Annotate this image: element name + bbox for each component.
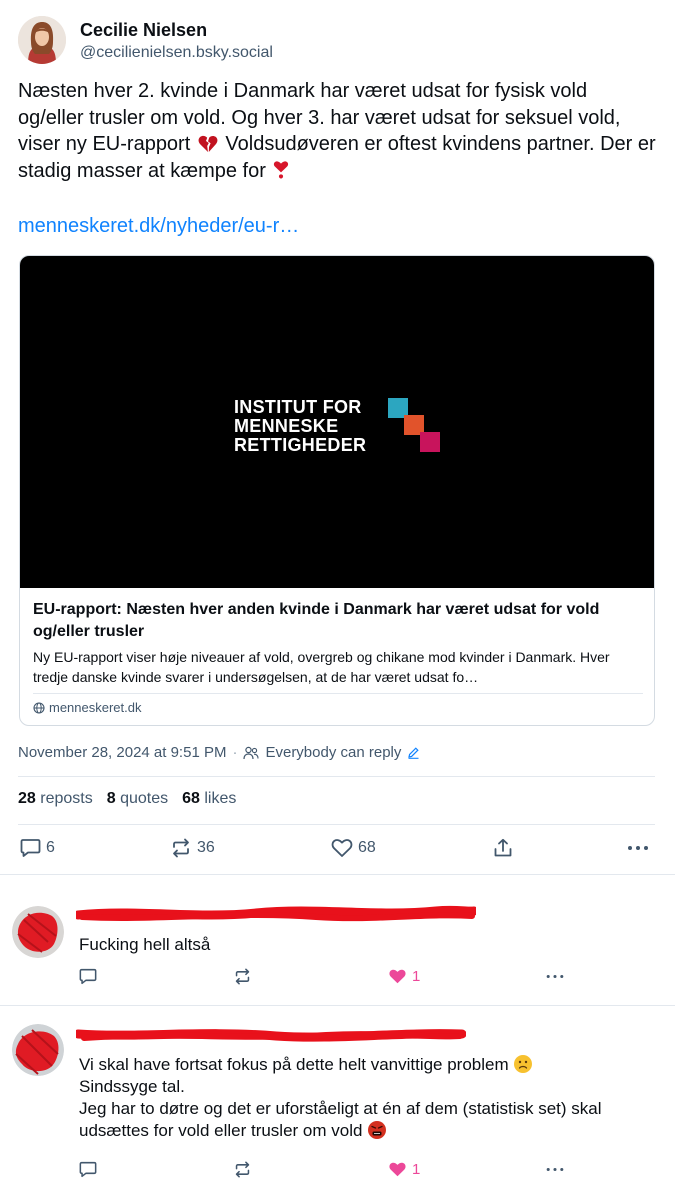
author-avatar[interactable]	[18, 16, 66, 64]
repost-icon	[235, 1161, 250, 1178]
redaction-scribble	[76, 1029, 466, 1042]
quotes-stat[interactable]: 8 quotes	[107, 790, 168, 808]
author-name[interactable]: Cecilie Nielsen	[80, 20, 207, 41]
broken-heart-emoji-icon	[198, 135, 218, 152]
like-button[interactable]: 68	[331, 838, 376, 858]
post-text: Næsten hver 2. kvinde i Danmark har være…	[18, 78, 658, 184]
post-actions: 6 36 68	[18, 838, 655, 862]
like-count: 68	[358, 839, 376, 856]
redacted-avatar-image	[12, 906, 64, 958]
reply-setting: Everybody can reply	[265, 744, 402, 761]
domain-text: menneskeret.dk	[49, 700, 142, 715]
link-preview-title: EU-rapport: Næsten hver anden kvinde i D…	[33, 601, 600, 640]
link-preview-image: INSTITUT FOR MENNESKE RETTIGHEDER	[20, 256, 654, 588]
card-divider	[33, 693, 643, 694]
reply-bubble-icon	[20, 839, 41, 857]
heart-outline-icon	[331, 839, 353, 857]
globe-icon	[33, 701, 45, 714]
reply-item[interactable]: Fucking hell altså 1	[0, 875, 675, 1005]
logo-line-1: INSTITUT FOR	[234, 397, 362, 417]
reply-text-line: Vi skal have fortsat fokus på dette helt…	[79, 1054, 669, 1076]
reply-reply-button[interactable]	[79, 1161, 97, 1178]
stats-divider-top	[18, 776, 655, 777]
author-avatar-image	[18, 16, 66, 64]
reply-repost-button[interactable]	[233, 1161, 252, 1178]
reposts-stat[interactable]: 28 reposts	[18, 790, 93, 808]
repost-icon	[235, 968, 250, 985]
share-button[interactable]	[493, 838, 513, 858]
reply-bubble-icon	[79, 968, 97, 985]
reply-item[interactable]: Vi skal have fortsat fokus på dette helt…	[0, 1006, 675, 1200]
logo-square-magenta	[420, 432, 440, 452]
link-preview-description: Ny EU-rapport viser høje niveauer af vol…	[33, 649, 610, 685]
post-stats: 28 reposts 8 quotes 68 likes	[18, 790, 250, 808]
reply-avatar[interactable]	[12, 906, 64, 958]
heart-exclamation-emoji-icon	[274, 160, 289, 178]
more-dots-icon	[546, 1167, 564, 1172]
heart-filled-icon	[389, 969, 406, 984]
reply-more-button[interactable]	[545, 1161, 565, 1178]
meta-separator: ·	[232, 744, 238, 761]
more-options-button[interactable]	[627, 838, 649, 858]
people-icon	[243, 746, 260, 759]
more-dots-icon	[546, 974, 564, 979]
repost-button[interactable]: 36	[170, 838, 215, 858]
post-link[interactable]: menneskeret.dk/nyheder/eu-r…	[18, 215, 299, 238]
reply-actions: 1	[79, 968, 599, 988]
logo-line-2: MENNESKE	[234, 416, 339, 436]
reply-text-line: Sindssyge tal.	[79, 1077, 185, 1096]
institute-logo-text: INSTITUT FOR MENNESKE RETTIGHEDER	[234, 398, 366, 455]
stats-divider-bottom	[18, 824, 655, 825]
link-preview-card[interactable]: INSTITUT FOR MENNESKE RETTIGHEDER EU-rap…	[19, 255, 655, 726]
reply-text: Vi skal have fortsat fokus på dette helt…	[79, 1054, 669, 1142]
reply-text: Fucking hell altså	[79, 935, 211, 954]
more-dots-icon	[628, 846, 648, 850]
link-preview-domain: menneskeret.dk	[33, 700, 142, 715]
reply-like-count: 1	[412, 1161, 421, 1178]
sad-face-emoji-icon	[514, 1055, 533, 1073]
post-timestamp[interactable]: November 28, 2024 at 9:51 PM	[18, 744, 226, 761]
reply-like-button[interactable]: 1	[388, 1161, 420, 1178]
reply-repost-button[interactable]	[233, 968, 252, 985]
reply-avatar[interactable]	[12, 1024, 64, 1076]
redacted-avatar-image	[12, 1024, 64, 1076]
angry-cursing-face-emoji-icon	[368, 1121, 387, 1139]
reply-reply-button[interactable]	[79, 968, 97, 985]
redaction-scribble	[76, 905, 476, 922]
reply-text-line: Jeg har to døtre og det er uforståeligt …	[79, 1099, 602, 1140]
reply-more-button[interactable]	[545, 968, 565, 985]
reply-count: 6	[46, 839, 55, 856]
edit-pencil-icon[interactable]	[407, 746, 420, 759]
reply-button[interactable]: 6	[20, 838, 55, 858]
author-handle[interactable]: @cecilienielsen.bsky.social	[80, 44, 273, 62]
post-meta: November 28, 2024 at 9:51 PM · Everybody…	[18, 744, 420, 761]
reply-actions: 1	[79, 1161, 599, 1181]
reply-bubble-icon	[79, 1161, 97, 1178]
repost-icon	[173, 838, 189, 858]
reply-like-button[interactable]: 1	[388, 968, 420, 985]
share-upload-icon	[494, 838, 512, 857]
likes-stat[interactable]: 68 likes	[182, 790, 236, 808]
heart-filled-icon	[389, 1162, 406, 1177]
reply-like-count: 1	[412, 968, 421, 985]
logo-line-3: RETTIGHEDER	[234, 435, 367, 455]
repost-count: 36	[197, 839, 215, 856]
